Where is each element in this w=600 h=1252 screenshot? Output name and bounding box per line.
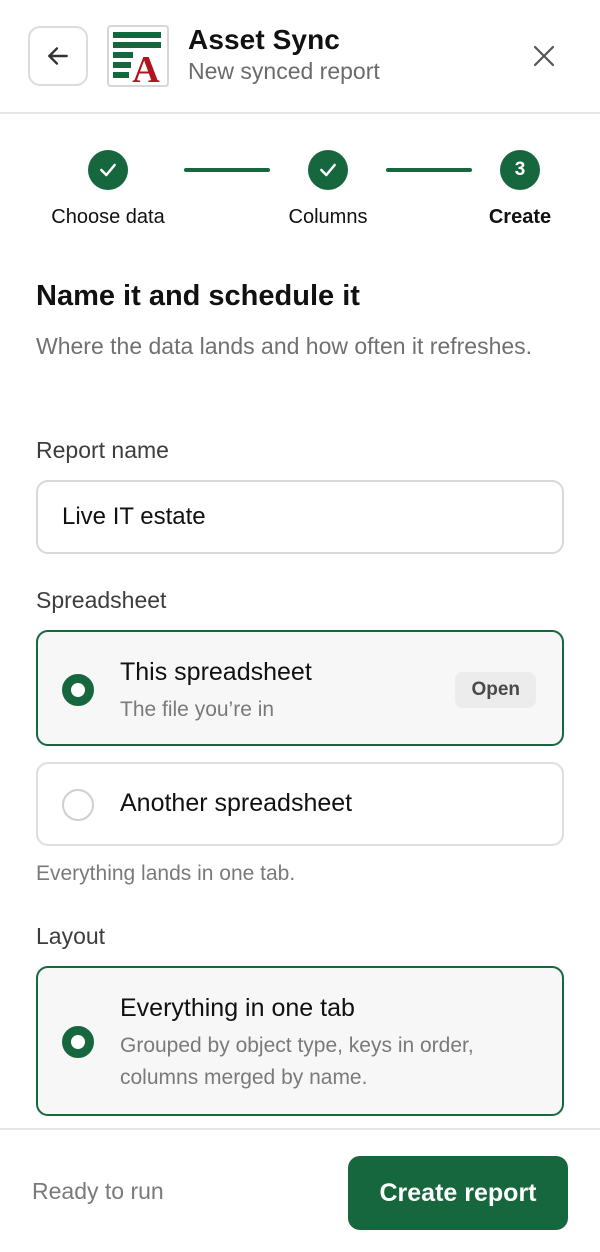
section-title: Name it and schedule it (36, 280, 360, 312)
report-name-input[interactable] (36, 480, 564, 554)
section-description: Where the data lands and how often it re… (36, 333, 533, 359)
footer-bar: Ready to run Create report (0, 1128, 600, 1252)
step-label-columns: Columns (288, 206, 368, 228)
spreadsheet-label: Spreadsheet (36, 587, 167, 613)
step-connector (386, 168, 472, 172)
arrow-left-icon (48, 47, 68, 65)
layout-option-one-tab[interactable]: Everything in one tab Grouped by object … (36, 966, 564, 1116)
app-subtitle: New synced report (188, 58, 380, 84)
back-button[interactable] (28, 26, 88, 86)
check-icon (320, 163, 336, 177)
step-label-choose-data: Choose data (51, 206, 165, 228)
spreadsheet-hint: Everything lands in one tab. (36, 862, 296, 885)
step-1-done-circle (88, 150, 128, 190)
step-3-active-circle: 3 (500, 150, 540, 190)
step-2-done-circle (308, 150, 348, 190)
option-title: Another spreadsheet (120, 789, 353, 817)
step-label-create: Create (488, 206, 552, 228)
radio-unselected[interactable] (62, 789, 94, 821)
close-button[interactable] (524, 36, 564, 76)
spreadsheet-option-another[interactable]: Another spreadsheet (36, 762, 564, 846)
step-connector (184, 168, 270, 172)
close-icon (533, 45, 555, 67)
logo-letter: A (132, 49, 160, 85)
report-name-label: Report name (36, 437, 169, 463)
app-logo: A (107, 25, 169, 87)
check-icon (100, 163, 116, 177)
option-subtitle: Grouped by object type, keys in order, c… (120, 1034, 474, 1089)
option-title: Everything in one tab (120, 994, 355, 1022)
option-title: This spreadsheet (120, 658, 312, 686)
app-title: Asset Sync (188, 24, 340, 55)
app-header: A Asset Sync New synced report (0, 0, 600, 114)
layout-label: Layout (36, 923, 106, 949)
status-text: Ready to run (32, 1178, 164, 1204)
spreadsheet-option-this[interactable]: This spreadsheet The file you’re in Open (36, 630, 564, 746)
radio-selected[interactable] (62, 1026, 94, 1058)
create-report-button[interactable]: Create report (348, 1156, 568, 1230)
open-badge[interactable]: Open (455, 672, 536, 708)
radio-selected[interactable] (62, 674, 94, 706)
